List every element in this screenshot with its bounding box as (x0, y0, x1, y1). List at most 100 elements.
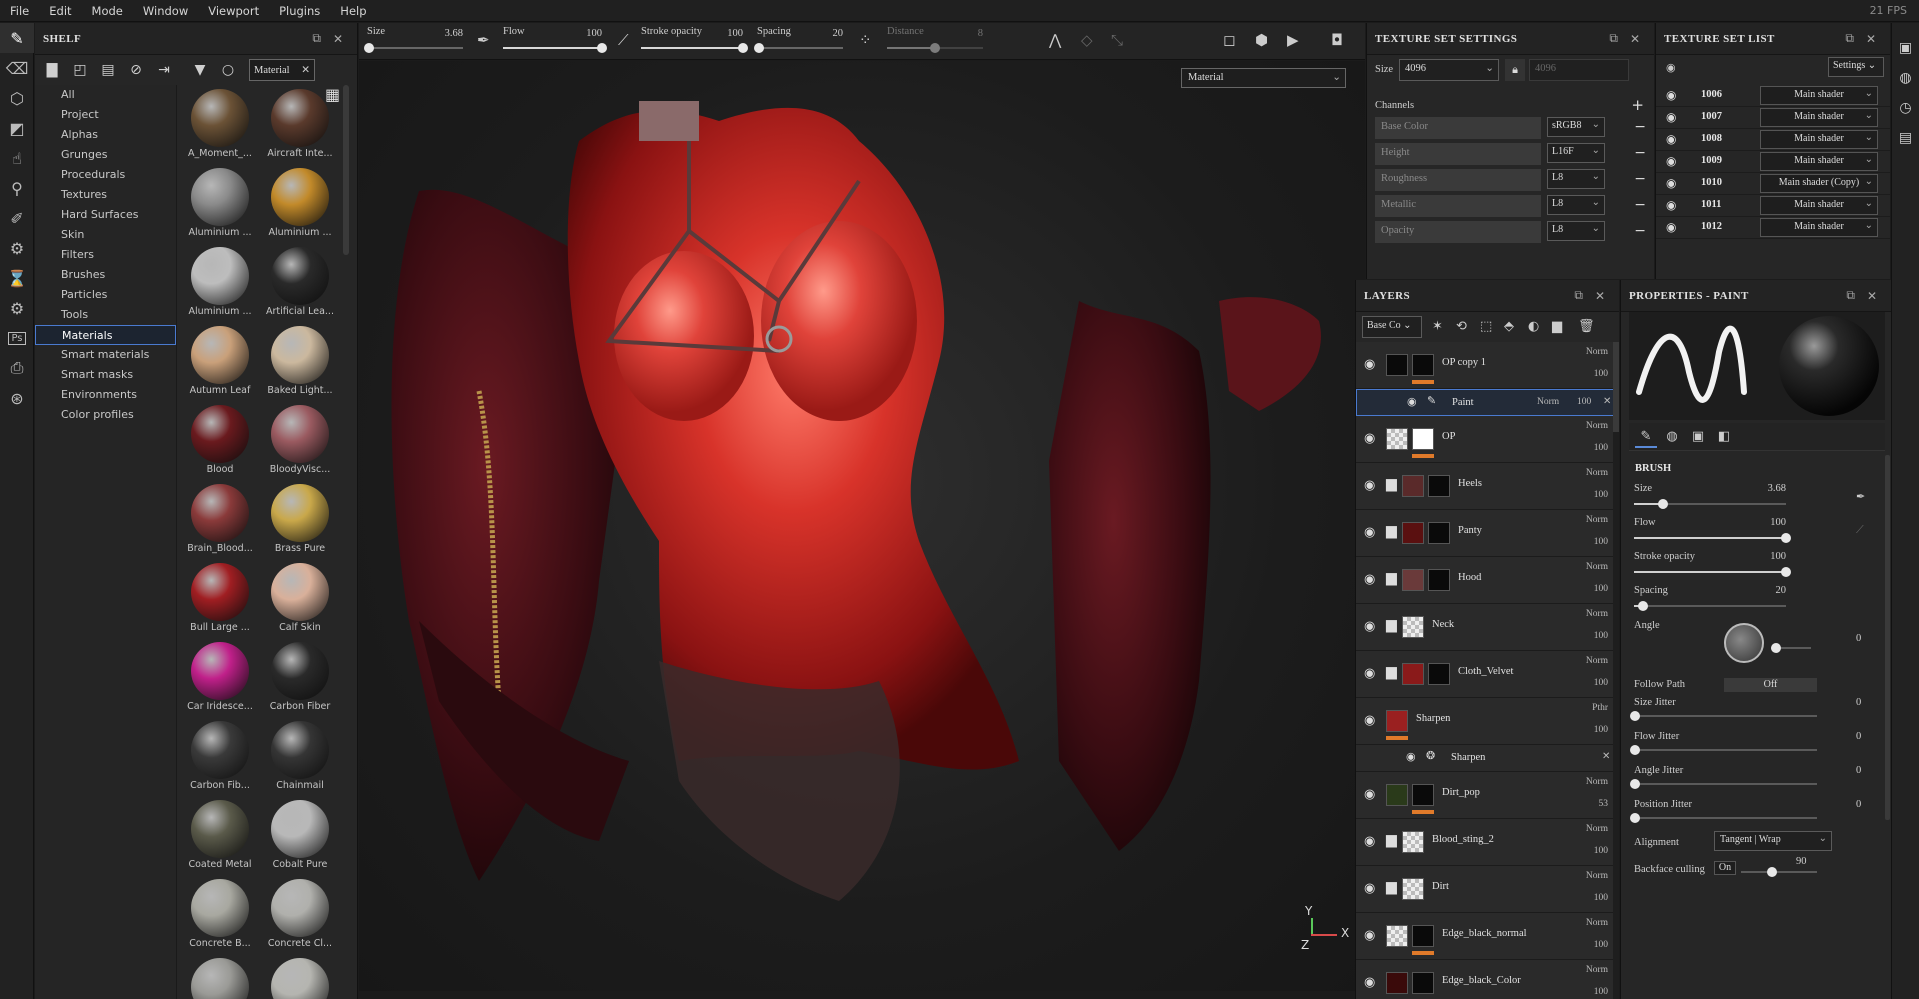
category-all[interactable]: All (35, 85, 176, 105)
folder-icon[interactable]: ▆ (1386, 832, 1397, 848)
eye-icon[interactable]: ◉ (1364, 357, 1375, 372)
size-slider[interactable]: Size 3.68 (359, 23, 469, 60)
layer-thumbnail[interactable] (1402, 663, 1424, 685)
layer-thumbnail[interactable] (1428, 569, 1450, 591)
size-jitter-value[interactable]: 0 (1856, 697, 1861, 708)
layer-thumbnail[interactable] (1386, 354, 1408, 376)
remove-channel-icon[interactable]: − (1634, 197, 1646, 213)
alignment-dropdown[interactable]: Tangent | Wrap ⌄ (1714, 831, 1832, 851)
layer-row[interactable]: ◉ ▆ Heels Norm 100 (1356, 463, 1614, 510)
layer-row[interactable]: ◉ Sharpen Pthr 100 (1356, 698, 1614, 745)
layer-blend-mode[interactable]: Norm (1586, 918, 1608, 928)
hide-icon[interactable]: ⊘ (123, 58, 149, 82)
shader-dropdown[interactable]: Main shader ⌄ (1760, 86, 1878, 105)
layer-thumbnail[interactable] (1402, 878, 1424, 900)
material-resource[interactable]: Aluminium ... (262, 164, 338, 242)
close-icon[interactable]: ✕ (1861, 289, 1883, 303)
material-resource[interactable]: BloodyVisc... (262, 401, 338, 479)
float-panel-icon[interactable]: ⧉ (1839, 31, 1860, 46)
layer-blend-mode[interactable]: Norm (1586, 824, 1608, 834)
layer-opacity[interactable]: 100 (1594, 443, 1608, 453)
screenshot-camera-icon[interactable]: ◘ (1331, 31, 1343, 49)
spacing-slider[interactable]: Spacing 20 (749, 23, 849, 60)
stroke-opacity-knob[interactable] (738, 43, 748, 53)
log-icon[interactable]: ▤ (1892, 123, 1919, 153)
distance-value[interactable]: 8 (978, 28, 983, 39)
layer-name[interactable]: OP copy 1 (1442, 357, 1486, 368)
size-knob[interactable] (363, 43, 374, 53)
shader-settings-icon[interactable]: ◍ (1892, 63, 1919, 93)
layer-name[interactable]: Sharpen (1416, 713, 1450, 724)
material-resource[interactable]: Carbon Fiber (262, 638, 338, 716)
layer-blend-mode[interactable]: Norm (1586, 347, 1608, 357)
eye-icon[interactable]: ◉ (1364, 666, 1375, 681)
texture-set-row[interactable]: ◉ 1008 Main shader ⌄ (1656, 129, 1890, 151)
eye-icon[interactable]: ◉ (1666, 176, 1676, 190)
flow-jitter-value[interactable]: 0 (1856, 731, 1861, 742)
prop-size-knob[interactable] (1657, 499, 1668, 509)
material-resource[interactable]: A_Moment_... (182, 85, 258, 163)
texture-set-row[interactable]: ◉ 1006 Main shader ⌄ (1656, 85, 1890, 107)
layer-thumbnail[interactable] (1412, 354, 1434, 376)
spacing-knob[interactable] (753, 43, 764, 53)
flow-value[interactable]: 100 (586, 28, 602, 39)
layer-blend-mode[interactable]: Norm (1586, 871, 1608, 881)
category-filters[interactable]: Filters (35, 245, 176, 265)
circle-icon[interactable]: ○ (215, 58, 241, 82)
layers-scrollbar[interactable] (1613, 342, 1619, 999)
shelf-scrollbar[interactable] (343, 85, 349, 255)
eye-icon[interactable]: ◉ (1666, 220, 1676, 234)
transform-icon[interactable]: ⤡ (1111, 31, 1123, 49)
eye-icon[interactable]: ◉ (1364, 928, 1375, 943)
prop-stroke-opacity-value[interactable]: 100 (1770, 551, 1786, 562)
visibility-all-icon[interactable]: ◉ (1666, 61, 1676, 74)
layer-blend-mode[interactable]: Norm (1586, 656, 1608, 666)
channel-format-dropdown[interactable]: L8 ⌄ (1547, 195, 1605, 215)
prop-spacing-knob[interactable] (1638, 601, 1649, 611)
material-resource[interactable]: Concrete Cl... (262, 875, 338, 953)
layers-scroll-thumb[interactable] (1613, 342, 1619, 432)
layers-channel-dropdown[interactable]: Base Co ⌄ (1362, 316, 1422, 338)
view-2d-icon[interactable]: ◻ (1223, 31, 1235, 49)
float-panel-icon[interactable]: ⧉ (1568, 288, 1589, 303)
material-resource[interactable]: Concrete B... (182, 875, 258, 953)
menu-plugins[interactable]: Plugins (269, 4, 330, 18)
size-jitter-knob[interactable] (1630, 711, 1640, 721)
category-skin[interactable]: Skin (35, 225, 176, 245)
channel-format-dropdown[interactable]: sRGB8 ⌄ (1547, 117, 1605, 137)
eye-icon[interactable]: ◉ (1364, 619, 1375, 634)
clone-tool-button[interactable]: ⚲ (0, 173, 34, 203)
layer-blend-mode[interactable]: Norm (1586, 468, 1608, 478)
material-resource[interactable] (182, 954, 258, 999)
layer-thumbnail[interactable] (1402, 831, 1424, 853)
layer-name[interactable]: Hood (1458, 572, 1481, 583)
layer-thumbnail[interactable] (1428, 475, 1450, 497)
smudge-tool-button[interactable]: ☝ (0, 143, 34, 173)
save-icon[interactable]: ▤ (95, 58, 121, 82)
eye-icon[interactable]: ◉ (1364, 478, 1375, 493)
flow-knob[interactable] (597, 43, 607, 53)
material-resource[interactable]: Artificial Lea... (262, 243, 338, 321)
add-folder-icon[interactable]: ▆ (1552, 319, 1562, 334)
stroke-opacity-slider[interactable]: Stroke opacity 100 (625, 23, 749, 60)
layer-thumbnail[interactable] (1412, 428, 1434, 450)
layer-row[interactable]: ◉ ▆ Blood_sting_2 Norm 100 (1356, 819, 1614, 866)
layer-opacity[interactable]: 53 (1599, 799, 1609, 809)
category-tools[interactable]: Tools (35, 305, 176, 325)
tsl-settings-dropdown[interactable]: Settings ⌄ (1828, 57, 1884, 77)
settings-tool-button[interactable]: ⚙ (0, 233, 34, 263)
layer-name[interactable]: Neck (1432, 619, 1454, 630)
mirror-icon[interactable]: ◇ (1081, 31, 1093, 49)
layer-blend-mode[interactable]: Norm (1586, 965, 1608, 975)
folder-icon[interactable]: ▆ (1386, 879, 1397, 895)
distance-slider[interactable]: Distance 8 (879, 23, 989, 60)
layer-row[interactable]: ◉ Edge_black_normal Norm 100 (1356, 913, 1614, 960)
grid-view-icon[interactable]: ▦ (325, 85, 340, 104)
stroke-opacity-value[interactable]: 100 (727, 28, 743, 39)
layer-thumbnail[interactable] (1402, 569, 1424, 591)
layer-row[interactable]: ◉ ▆ Hood Norm 100 (1356, 557, 1614, 604)
eye-icon[interactable]: ◉ (1666, 198, 1676, 212)
polygon-fill-button[interactable]: ◩ (0, 113, 34, 143)
texture-set-row[interactable]: ◉ 1009 Main shader ⌄ (1656, 151, 1890, 173)
shelf-filter-tag[interactable]: Material ✕ (249, 59, 315, 81)
